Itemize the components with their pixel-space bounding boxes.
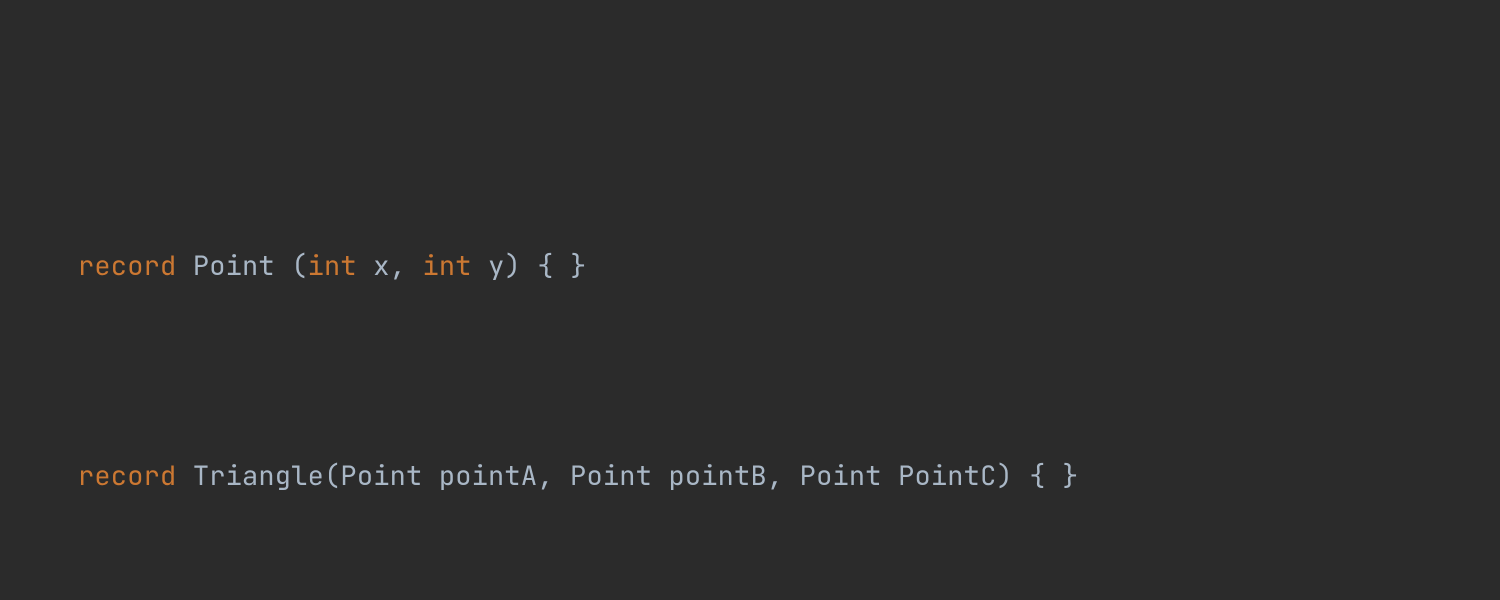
code-editor[interactable]: record Point (int x, int y) { } record T… — [0, 0, 1500, 600]
keyword-record: record — [78, 458, 176, 494]
brace-open: { — [537, 248, 553, 284]
code-line[interactable]: record Point (int x, int y) { } — [0, 245, 1500, 287]
keyword-int: int — [422, 248, 471, 284]
identifier-pointc: PointC — [898, 458, 996, 494]
paren-close: ) — [996, 458, 1012, 494]
identifier-pointa: pointA — [439, 458, 537, 494]
keyword-record: record — [78, 248, 176, 284]
paren-open: ( — [324, 458, 340, 494]
brace-close: } — [1062, 458, 1078, 494]
type-triangle: Triangle — [193, 458, 324, 494]
identifier-x: x — [373, 248, 389, 284]
paren-open: ( — [291, 248, 307, 284]
type-point: Point — [570, 458, 652, 494]
identifier-pointb: pointB — [668, 458, 766, 494]
identifier-y: y — [488, 248, 504, 284]
comma: , — [767, 458, 783, 494]
type-point: Point — [340, 458, 422, 494]
brace-open: { — [1029, 458, 1045, 494]
type-point: Point — [193, 248, 275, 284]
comma: , — [537, 458, 553, 494]
type-point: Point — [800, 458, 882, 494]
keyword-int: int — [308, 248, 357, 284]
comma: , — [390, 248, 406, 284]
paren-close: ) — [504, 248, 520, 284]
code-line[interactable]: record Triangle(Point pointA, Point poin… — [0, 455, 1500, 497]
brace-close: } — [570, 248, 586, 284]
